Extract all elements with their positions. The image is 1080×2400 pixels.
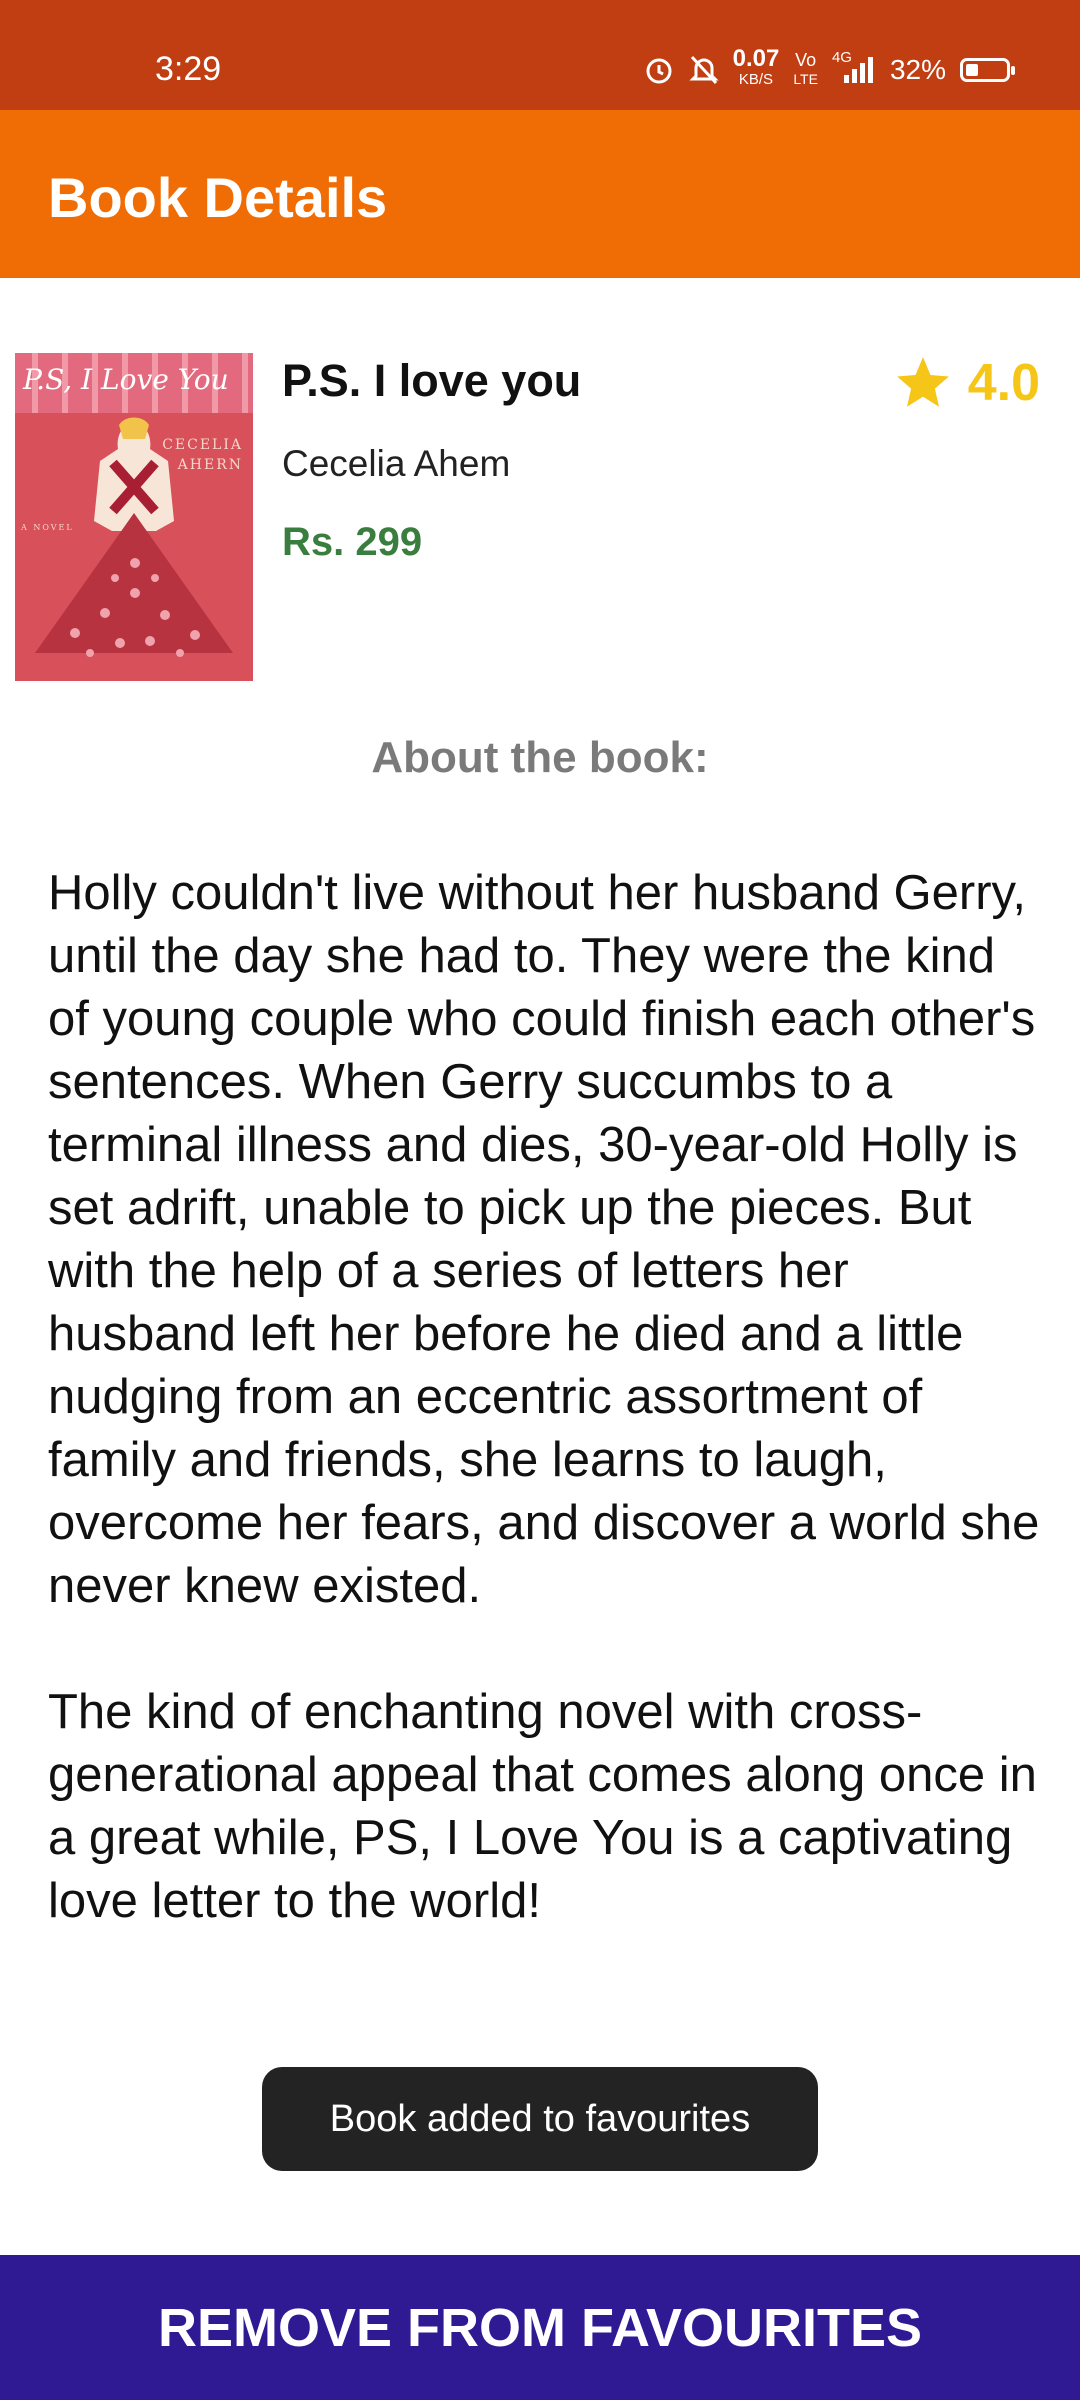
rating-value: 4.0 bbox=[967, 354, 1040, 412]
remove-from-favourites-button[interactable]: REMOVE FROM FAVOURITES bbox=[0, 2255, 1080, 2400]
status-icons: 0.07 KB/S Vo LTE 4G 32% bbox=[643, 47, 1015, 89]
battery-icon bbox=[960, 57, 1015, 82]
book-author: Cecelia Ahem bbox=[282, 443, 511, 484]
book-price: Rs. 299 bbox=[282, 520, 423, 564]
cover-title: P.S, I Love You bbox=[23, 363, 229, 396]
book-title: P.S. I love you bbox=[282, 355, 582, 406]
status-bar: 3:29 0.07 KB/S Vo LTE 4G 32% bbox=[0, 0, 1080, 110]
mute-icon bbox=[688, 54, 719, 86]
book-description: Holly couldn't live without her husband … bbox=[48, 866, 1040, 1928]
about-heading: About the book: bbox=[371, 733, 709, 782]
alarm-icon bbox=[643, 54, 675, 86]
star-icon bbox=[896, 357, 949, 407]
signal-icon: 4G bbox=[832, 49, 876, 85]
cover-tag: A NOVEL bbox=[21, 523, 74, 532]
toast-message: Book added to favourites bbox=[262, 2067, 818, 2171]
app-bar: Book Details bbox=[0, 110, 1080, 278]
volte-top: Vo bbox=[795, 50, 817, 70]
volte-indicator: Vo LTE bbox=[793, 51, 818, 88]
net-speed-value: 0.07 bbox=[732, 45, 780, 72]
status-time: 3:29 bbox=[155, 50, 222, 88]
page-title: Book Details bbox=[48, 166, 388, 229]
network-type: 4G bbox=[831, 48, 852, 66]
book-cover-image: P.S, I Love You Cecelia Ahern A NOVEL bbox=[15, 353, 253, 681]
battery-percent: 32% bbox=[889, 53, 946, 85]
book-rating: 4.0 bbox=[892, 352, 1040, 414]
net-speed-unit: KB/S bbox=[738, 71, 774, 88]
battery-fill bbox=[966, 63, 978, 76]
volte-bottom: LTE bbox=[793, 71, 818, 87]
net-speed: 0.07 KB/S bbox=[733, 47, 780, 89]
cover-author-line1: Cecelia bbox=[162, 437, 243, 453]
cover-author-line2: Ahern bbox=[177, 457, 243, 473]
